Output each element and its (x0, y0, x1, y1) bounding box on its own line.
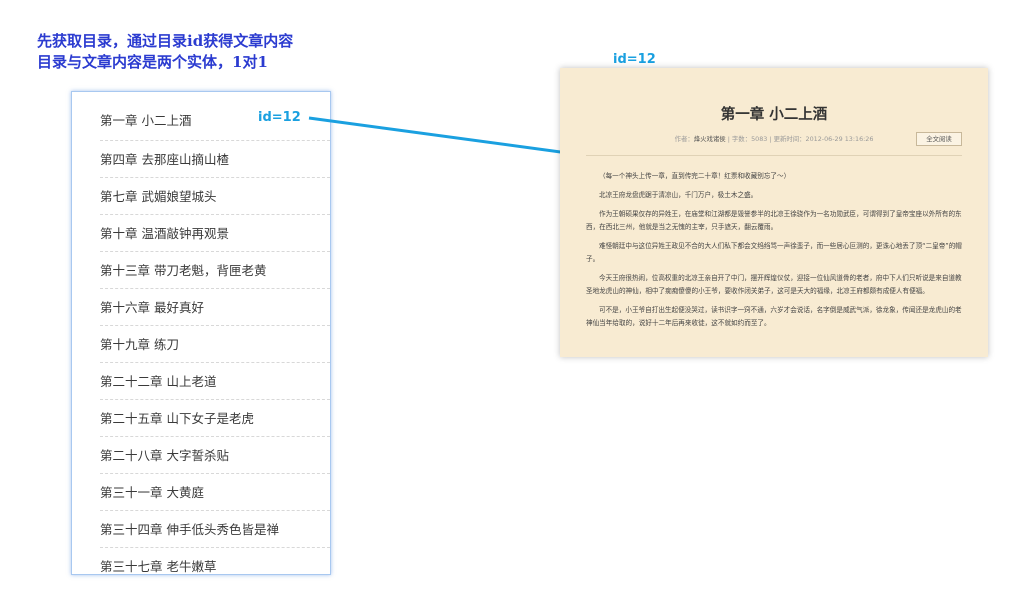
article-paragraph: 北凉王府龙盘虎踞于清凉山，千门万户，极土木之盛。 (599, 191, 758, 199)
author-label: 作者： (674, 135, 694, 143)
author-name[interactable]: 烽火戏诸侯 (694, 135, 726, 143)
article-paragraph: （每一个神头上传一章，直到传完二十章！红票和收藏别忘了～） (599, 172, 791, 180)
read-full-button[interactable]: 全文阅读 (916, 132, 962, 146)
article-paragraph: 可不是，小王爷自打出生起便没哭过，读书识字一窍不通，六岁才会说话，名字倒是威武气… (586, 306, 962, 327)
article-paragraph: 作为王朝硕果仅存的异姓王，在庙堂和江湖都是毁誉参半的北凉王徐骁作为一名功勋武臣，… (586, 210, 962, 231)
article-body: （每一个神头上传一章，直到传完二十章！红票和收藏别忘了～） 北凉王府龙盘虎踞于清凉… (586, 156, 962, 330)
article-meta: 作者：烽火戏诸侯 | 字数：5083 | 更新时间：2012-06-29 13:… (586, 131, 962, 147)
update-time: 更新时间：2012-06-29 13:16:26 (773, 135, 874, 143)
article-paragraph: 今天王府很热闹，位高权重的北凉王亲自开了中门，摆开辉煌仪仗，迎接一位仙风道骨的老… (586, 274, 962, 295)
word-count: 字数：5083 (731, 135, 768, 143)
article-panel: 第一章 小二上酒 作者：烽火戏诸侯 | 字数：5083 | 更新时间：2012-… (560, 68, 988, 357)
article-title: 第一章 小二上酒 (720, 107, 828, 123)
arrow-line (308, 116, 596, 166)
article-paragraph: 难怪朝廷中与这位异姓王政见不合的大人们私下都会文绉绉骂一声徐蛮子，而一些居心叵测… (586, 242, 962, 263)
